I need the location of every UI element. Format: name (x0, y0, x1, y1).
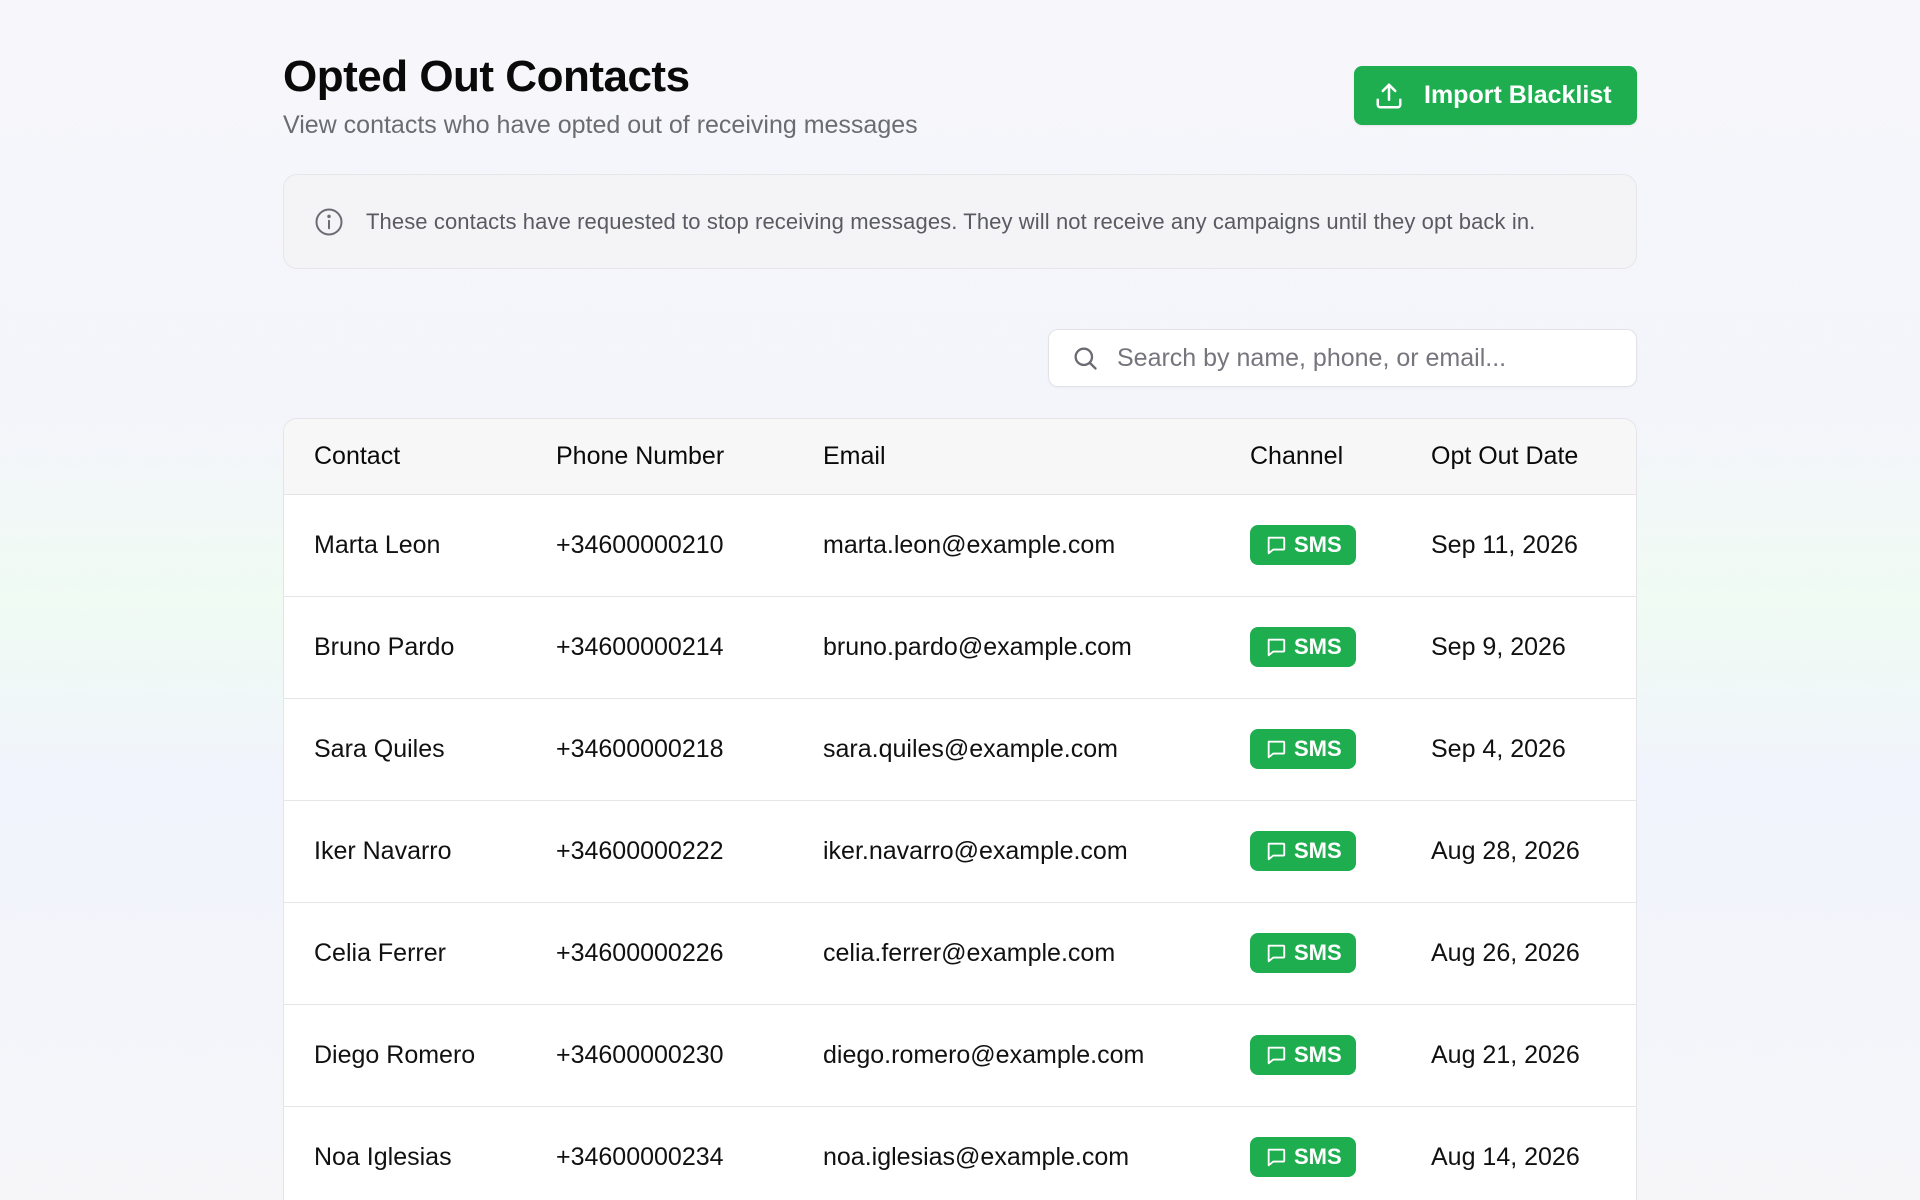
channel-badge: SMS (1250, 627, 1356, 667)
channel-cell: SMS (1250, 1004, 1431, 1106)
contact-name: Iker Navarro (314, 836, 452, 865)
contact-name: Noa Iglesias (314, 1142, 452, 1171)
phone-number: +34600000234 (556, 1142, 724, 1171)
channel-label: SMS (1294, 532, 1342, 557)
table-row[interactable]: Iker Navarro +34600000222 iker.navarro@e… (284, 800, 1636, 902)
message-icon (1267, 638, 1286, 657)
message-icon (1267, 536, 1286, 555)
opt-out-date: Sep 9, 2026 (1431, 632, 1566, 661)
email: marta.leon@example.com (823, 530, 1116, 559)
channel-badge: SMS (1250, 1137, 1356, 1177)
contact-name: Celia Ferrer (314, 938, 446, 967)
table-row[interactable]: Celia Ferrer +34600000226 celia.ferrer@e… (284, 902, 1636, 1004)
column-header-contact[interactable]: Contact (284, 419, 556, 495)
table-row[interactable]: Noa Iglesias +34600000234 noa.iglesias@e… (284, 1106, 1636, 1200)
page-header: Opted Out Contacts View contacts who hav… (283, 0, 1637, 175)
import-blacklist-button[interactable]: Import Blacklist (1354, 66, 1637, 125)
table-row[interactable]: Diego Romero +34600000230 diego.romero@e… (284, 1004, 1636, 1106)
channel-cell: SMS (1250, 800, 1431, 902)
message-icon (1267, 740, 1286, 759)
opt-out-date: Aug 28, 2026 (1431, 836, 1580, 865)
column-header-channel[interactable]: Channel (1250, 419, 1431, 495)
channel-badge: SMS (1250, 729, 1356, 769)
search-input[interactable] (1117, 343, 1617, 373)
email: noa.iglesias@example.com (823, 1142, 1130, 1171)
page-title: Opted Out Contacts (283, 52, 690, 101)
notice-text: These contacts have requested to stop re… (366, 208, 1536, 234)
channel-label: SMS (1294, 1144, 1342, 1169)
contacts-table: Contact Phone Number Email Channel Opt O… (283, 418, 1637, 1200)
info-icon (315, 208, 343, 235)
table-header-row: Contact Phone Number Email Channel Opt O… (284, 419, 1636, 495)
message-icon (1267, 1148, 1286, 1167)
message-icon (1267, 944, 1286, 963)
phone-number: +34600000218 (556, 734, 724, 763)
channel-cell: SMS (1250, 698, 1431, 800)
main-content: Opted Out Contacts View contacts who hav… (283, 0, 1637, 1200)
contact-name: Sara Quiles (314, 734, 445, 763)
table-row[interactable]: Marta Leon +34600000210 marta.leon@examp… (284, 494, 1636, 596)
message-icon (1267, 842, 1286, 861)
email: diego.romero@example.com (823, 1040, 1145, 1069)
email: iker.navarro@example.com (823, 836, 1128, 865)
page: Opted Out Contacts View contacts who hav… (0, 0, 1920, 1200)
contact-name: Diego Romero (314, 1040, 476, 1069)
message-icon (1267, 1046, 1286, 1065)
channel-label: SMS (1294, 838, 1342, 863)
email: bruno.pardo@example.com (823, 632, 1132, 661)
channel-cell: SMS (1250, 494, 1431, 596)
contact-name: Bruno Pardo (314, 632, 455, 661)
channel-cell: SMS (1250, 596, 1431, 698)
page-subtitle: View contacts who have opted out of rece… (283, 111, 918, 139)
phone-number: +34600000230 (556, 1040, 724, 1069)
channel-label: SMS (1294, 1042, 1342, 1067)
column-header-phone[interactable]: Phone Number (556, 419, 823, 495)
column-header-email[interactable]: Email (823, 419, 1250, 495)
phone-number: +34600000214 (556, 632, 724, 661)
phone-number: +34600000222 (556, 836, 724, 865)
channel-badge: SMS (1250, 525, 1356, 565)
opt-out-date: Sep 4, 2026 (1431, 734, 1566, 763)
column-header-opt-out-date[interactable]: Opt Out Date (1431, 419, 1636, 495)
channel-label: SMS (1294, 736, 1342, 761)
table-row[interactable]: Sara Quiles +34600000218 sara.quiles@exa… (284, 698, 1636, 800)
upload-icon (1376, 83, 1402, 108)
channel-badge: SMS (1250, 1035, 1356, 1075)
channel-badge: SMS (1250, 831, 1356, 871)
opt-out-date: Sep 11, 2026 (1431, 530, 1578, 559)
opt-out-date: Aug 21, 2026 (1431, 1040, 1580, 1069)
table-row[interactable]: Bruno Pardo +34600000214 bruno.pardo@exa… (284, 596, 1636, 698)
channel-label: SMS (1294, 940, 1342, 965)
import-blacklist-label: Import Blacklist (1424, 81, 1612, 109)
phone-number: +34600000226 (556, 938, 724, 967)
channel-cell: SMS (1250, 1106, 1431, 1200)
channel-cell: SMS (1250, 902, 1431, 1004)
search-icon (1074, 347, 1097, 370)
contact-name: Marta Leon (314, 530, 441, 559)
opt-out-date: Aug 26, 2026 (1431, 938, 1580, 967)
search-box[interactable] (1048, 329, 1637, 387)
email: sara.quiles@example.com (823, 734, 1118, 763)
opt-out-date: Aug 14, 2026 (1431, 1142, 1580, 1171)
email: celia.ferrer@example.com (823, 938, 1116, 967)
info-notice: These contacts have requested to stop re… (283, 174, 1637, 269)
phone-number: +34600000210 (556, 530, 724, 559)
channel-badge: SMS (1250, 933, 1356, 973)
channel-label: SMS (1294, 634, 1342, 659)
